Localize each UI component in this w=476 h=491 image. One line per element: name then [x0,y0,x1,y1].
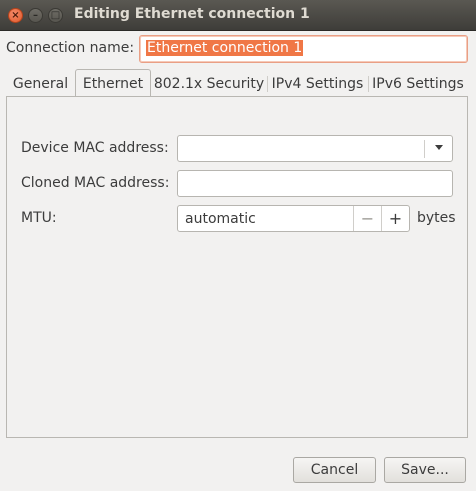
tab-ipv4-settings[interactable]: IPv4 Settings [267,71,368,97]
tab-bar: General Ethernet 802.1x Security IPv4 Se… [6,69,468,98]
tab-general[interactable]: General [6,71,75,97]
chevron-down-icon[interactable] [435,145,443,150]
cloned-mac-input[interactable] [177,170,453,197]
connection-name-label: Connection name: [6,40,135,56]
mtu-unit-label: bytes [417,210,456,226]
save-button[interactable]: Save... [384,457,466,483]
window-title: Editing Ethernet connection 1 [74,6,310,22]
combo-divider [424,140,425,158]
device-mac-label: Device MAC address: [21,140,169,156]
tab-8021x-security[interactable]: 802.1x Security [151,71,267,97]
mtu-label: MTU: [21,210,57,226]
mtu-value[interactable]: automatic [185,211,256,227]
cancel-button[interactable]: Cancel [293,457,376,483]
cloned-mac-label: Cloned MAC address: [21,175,170,191]
window-titlebar[interactable]: × – □ Editing Ethernet connection 1 [0,0,476,31]
tab-ipv6-settings[interactable]: IPv6 Settings [368,71,468,97]
minimize-icon[interactable]: – [28,8,43,23]
connection-name-value: Ethernet connection 1 [146,40,304,56]
connection-name-input[interactable]: Ethernet connection 1 [139,35,468,63]
tab-ethernet[interactable]: Ethernet [75,69,151,98]
plus-icon[interactable]: + [381,206,409,231]
device-mac-combobox[interactable] [177,135,453,162]
minus-icon[interactable]: − [353,206,381,231]
maximize-icon[interactable]: □ [48,8,63,23]
mtu-spinbutton[interactable]: automatic − + [177,205,410,232]
close-icon[interactable]: × [8,8,23,23]
